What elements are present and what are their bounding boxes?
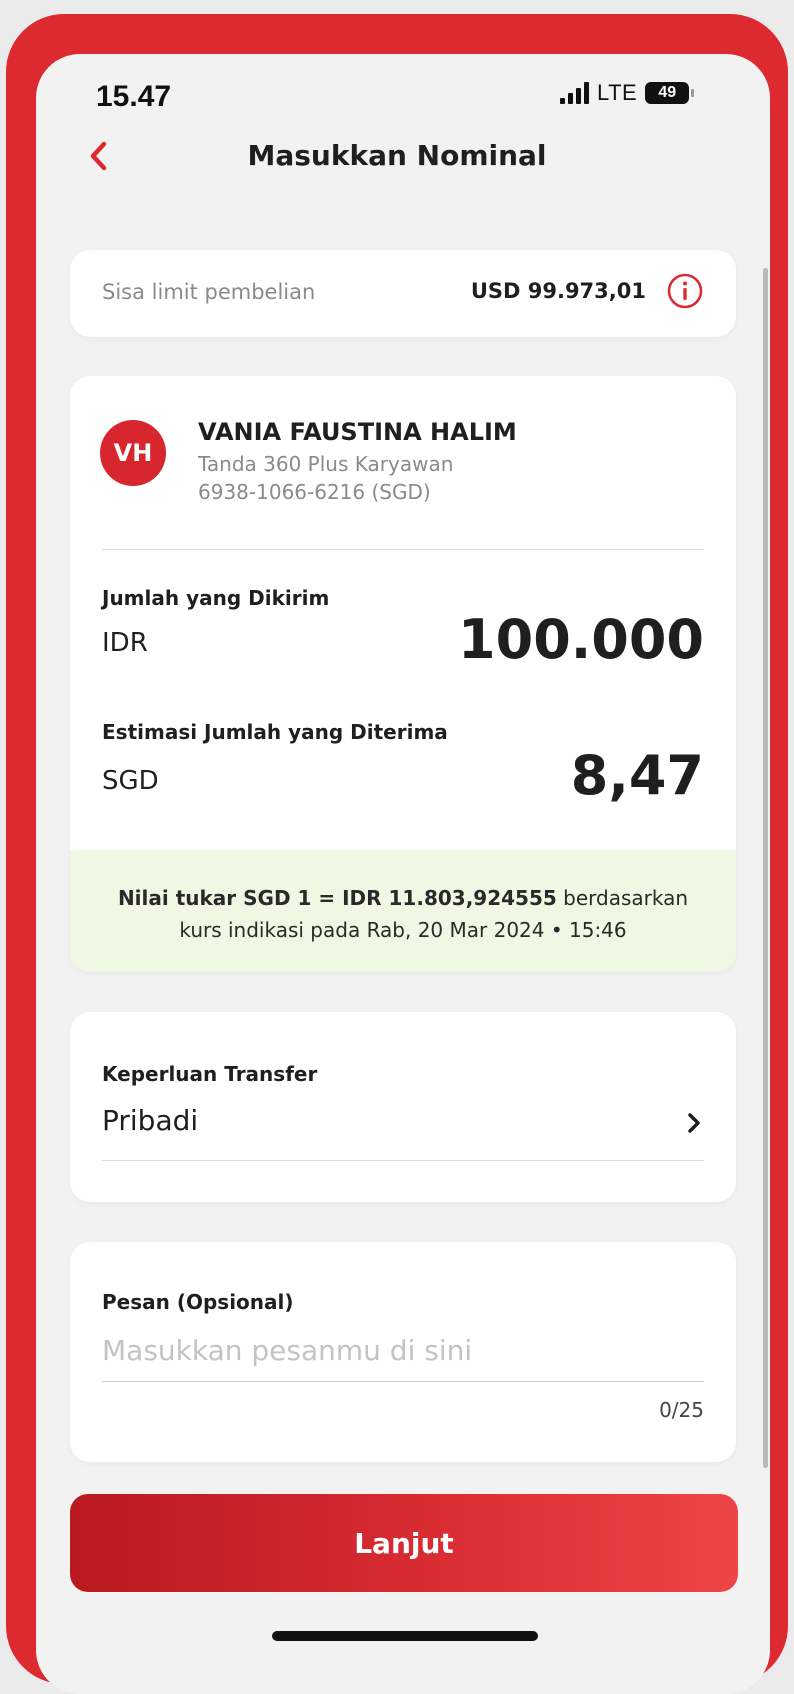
recipient-bank: Tanda 360 Plus Karyawan <box>198 452 454 476</box>
amount-sent-label: Jumlah yang Dikirim <box>102 586 330 610</box>
battery-level: 49 <box>658 84 677 101</box>
avatar-initials: VH <box>113 439 153 467</box>
limit-label: Sisa limit pembelian <box>102 280 316 304</box>
chevron-left-icon <box>90 141 107 171</box>
network-label: LTE <box>597 80 638 105</box>
purpose-selected-value[interactable]: Pribadi <box>102 1104 198 1137</box>
recipient-name: VANIA FAUSTINA HALIM <box>198 418 517 446</box>
message-label: Pesan (Opsional) <box>102 1290 294 1314</box>
divider <box>102 549 704 550</box>
scrollbar[interactable] <box>763 268 768 1468</box>
message-underline <box>102 1381 704 1382</box>
purpose-label: Keperluan Transfer <box>102 1062 318 1086</box>
exchange-rate-value: Nilai tukar SGD 1 = IDR 11.803,924555 <box>117 886 557 910</box>
amount-received-value: 8,47 <box>570 744 704 807</box>
limit-value: USD 99.973,01 <box>470 279 646 303</box>
exchange-rate-note: Nilai tukar SGD 1 = IDR 11.803,924555 be… <box>70 850 736 972</box>
avatar: VH <box>100 420 166 486</box>
status-indicators: LTE 49 <box>560 80 695 106</box>
chevron-right-icon[interactable] <box>682 1108 706 1138</box>
exchange-rate-suffix: berdasarkan <box>556 886 689 910</box>
purchase-limit-card: Sisa limit pembelian USD 99.973,01 <box>70 250 736 337</box>
amount-sent-input[interactable]: 100.000 <box>458 608 704 671</box>
info-icon[interactable] <box>666 272 704 310</box>
signal-icon <box>560 82 589 104</box>
transfer-purpose-card[interactable]: Keperluan Transfer Pribadi <box>70 1012 736 1202</box>
amount-sent-currency: IDR <box>102 628 148 658</box>
purpose-underline <box>102 1160 704 1161</box>
character-counter: 0/25 <box>659 1398 704 1422</box>
page-title: Masukkan Nominal <box>247 139 547 172</box>
message-card: Pesan (Opsional) 0/25 <box>70 1242 736 1462</box>
battery-icon: 49 <box>645 82 695 104</box>
amount-received-label: Estimasi Jumlah yang Diterima <box>102 720 448 744</box>
continue-button[interactable]: Lanjut <box>70 1494 738 1592</box>
back-button[interactable] <box>80 136 116 176</box>
amount-received-currency: SGD <box>102 766 159 796</box>
exchange-rate-date: kurs indikasi pada Rab, 20 Mar 2024 • 15… <box>179 918 627 942</box>
recipient-account: 6938-1066-6216 (SGD) <box>198 480 431 504</box>
transfer-details-card: VH VANIA FAUSTINA HALIM Tanda 360 Plus K… <box>70 376 736 972</box>
status-time: 15.47 <box>96 80 172 113</box>
home-indicator <box>272 1631 538 1641</box>
message-input[interactable] <box>102 1328 704 1372</box>
